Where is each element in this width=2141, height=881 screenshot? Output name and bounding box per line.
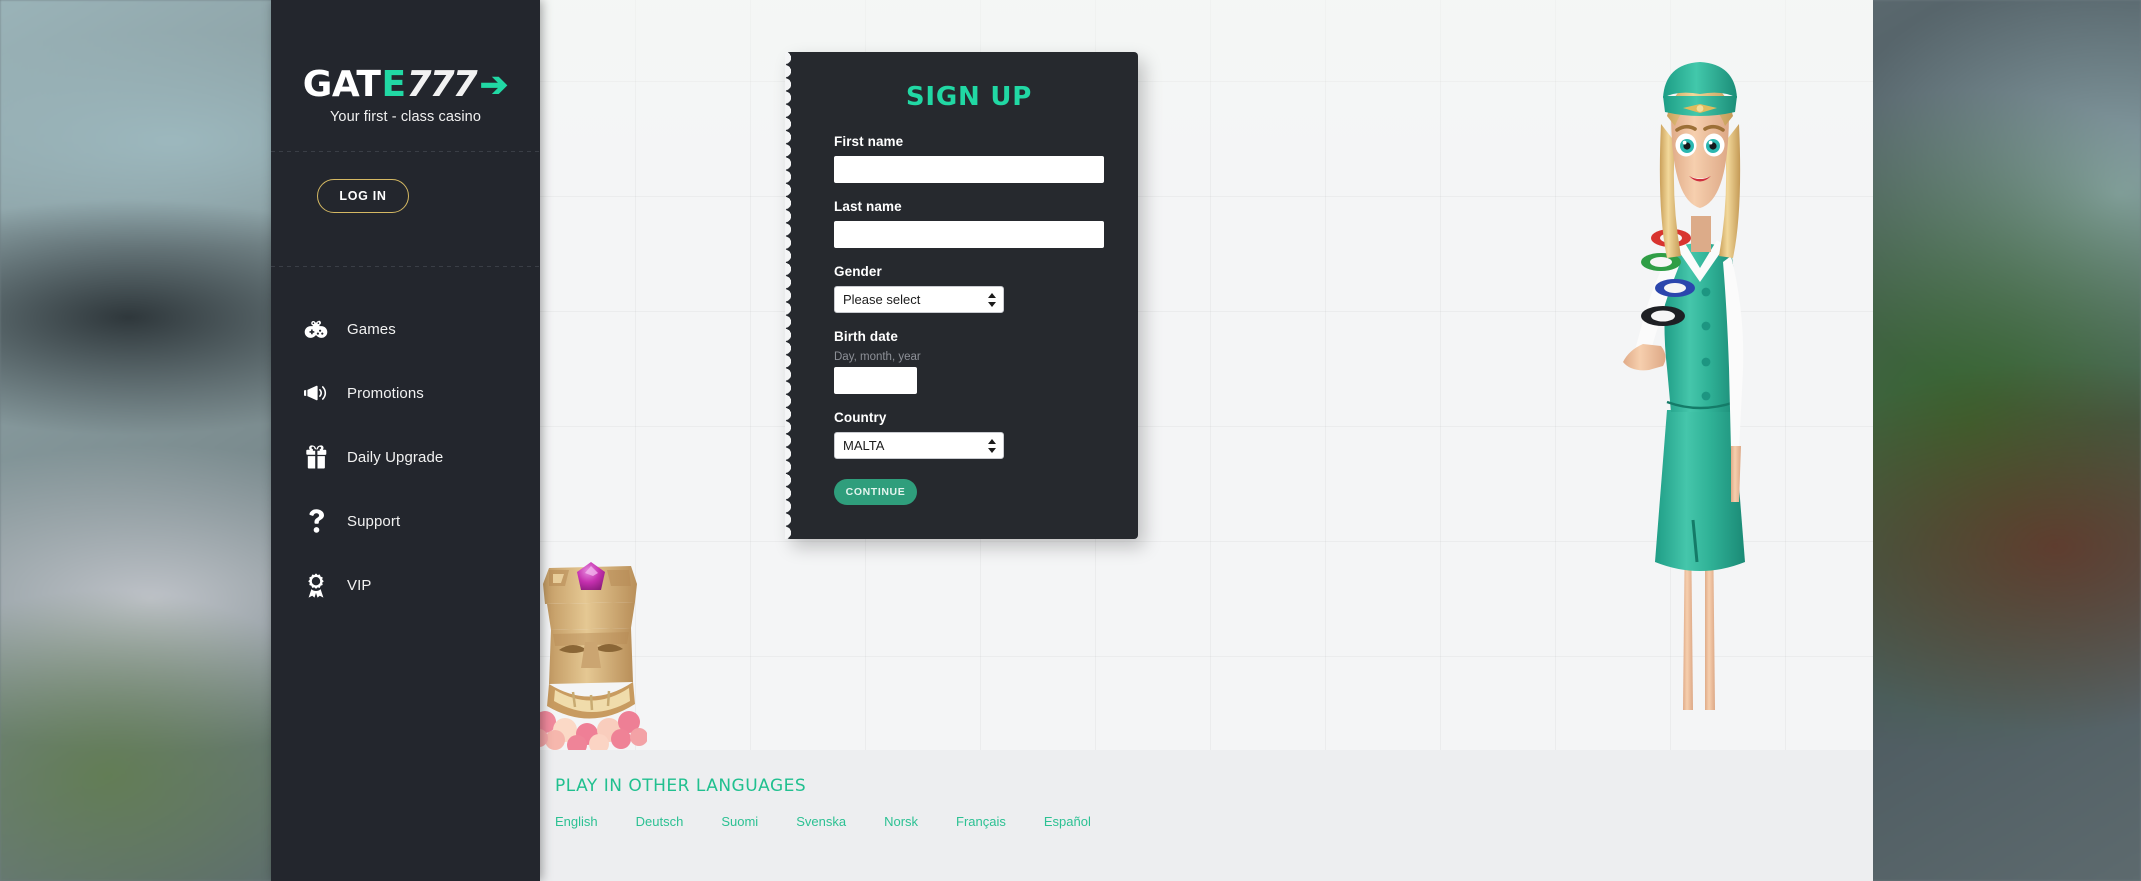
- country-label: Country: [834, 410, 887, 425]
- languages-section: PLAY IN OTHER LANGUAGES English Deutsch …: [540, 750, 1873, 881]
- language-link-francais[interactable]: Français: [956, 814, 1006, 829]
- sidebar-item-games[interactable]: Games: [271, 307, 540, 351]
- logo-text-777: 777: [406, 64, 478, 105]
- languages-list: English Deutsch Suomi Svenska Norsk Fran…: [555, 814, 1873, 829]
- logo-text-e: E: [381, 64, 406, 105]
- page-title: SIGN UP: [905, 82, 1033, 112]
- logo-text-gat: GAT: [302, 64, 381, 105]
- logo[interactable]: GAT E 777 ➔: [271, 64, 540, 105]
- hero-panel: SIGN UP First name Last name Gender Plea…: [540, 0, 1873, 750]
- sidebar-item-label-daily-upgrade: Daily Upgrade: [347, 448, 444, 466]
- birth-date-label: Birth date: [834, 329, 899, 344]
- language-link-espanol[interactable]: Español: [1044, 814, 1091, 829]
- birth-date-hint: Day, month, year: [834, 351, 921, 363]
- language-link-suomi[interactable]: Suomi: [721, 814, 758, 829]
- sidebar-item-label-support: Support: [347, 512, 401, 530]
- sidebar-nav: Games Promotions Daily Upgrade Support V…: [271, 267, 540, 607]
- gamepad-icon: [301, 316, 331, 342]
- sidebar-item-promotions[interactable]: Promotions: [271, 371, 540, 415]
- sidebar-item-label-games: Games: [347, 320, 396, 338]
- last-name-input[interactable]: [834, 221, 1104, 248]
- award-medal-icon: [301, 572, 331, 598]
- language-link-svenska[interactable]: Svenska: [796, 814, 846, 829]
- first-name-input[interactable]: [834, 156, 1104, 183]
- country-select[interactable]: MALTA: [834, 432, 1004, 459]
- tiki-statue-image: [540, 550, 648, 750]
- sidebar-item-daily-upgrade[interactable]: Daily Upgrade: [271, 435, 540, 479]
- logo-arrow-icon: ➔: [479, 65, 509, 104]
- brand-tagline: Your first - class casino: [329, 109, 482, 125]
- signup-card: SIGN UP First name Last name Gender Plea…: [785, 52, 1138, 539]
- main-content: SIGN UP First name Last name Gender Plea…: [540, 0, 1873, 881]
- app-root: GAT E 777 ➔ Your first - class casino LO…: [0, 0, 2141, 881]
- gender-select-wrap: Please select: [834, 286, 1004, 313]
- gender-select[interactable]: Please select: [834, 286, 1004, 313]
- stewardess-character-image: [1605, 50, 1795, 750]
- last-name-label: Last name: [834, 199, 902, 214]
- sidebar: GAT E 777 ➔ Your first - class casino LO…: [271, 0, 540, 881]
- log-in-button[interactable]: LOG IN: [317, 179, 409, 213]
- login-button-wrap: LOG IN: [271, 152, 540, 240]
- gender-label: Gender: [834, 264, 882, 279]
- gift-icon: [301, 444, 331, 470]
- languages-heading: PLAY IN OTHER LANGUAGES: [555, 776, 807, 796]
- brand-block: GAT E 777 ➔ Your first - class casino: [271, 0, 540, 125]
- language-link-deutsch[interactable]: Deutsch: [636, 814, 684, 829]
- megaphone-icon: [301, 380, 331, 406]
- country-select-wrap: MALTA: [834, 432, 1004, 459]
- sidebar-item-label-vip: VIP: [347, 576, 372, 594]
- sidebar-item-label-promotions: Promotions: [347, 384, 424, 402]
- sidebar-item-support[interactable]: Support: [271, 499, 540, 543]
- language-link-english[interactable]: English: [555, 814, 598, 829]
- question-mark-icon: [301, 508, 331, 534]
- birth-date-input[interactable]: [834, 367, 917, 394]
- continue-button[interactable]: CONTINUE: [834, 479, 917, 505]
- language-link-norsk[interactable]: Norsk: [884, 814, 918, 829]
- card-perforated-edge: [785, 52, 798, 539]
- first-name-label: First name: [834, 134, 904, 149]
- sidebar-item-vip[interactable]: VIP: [271, 563, 540, 607]
